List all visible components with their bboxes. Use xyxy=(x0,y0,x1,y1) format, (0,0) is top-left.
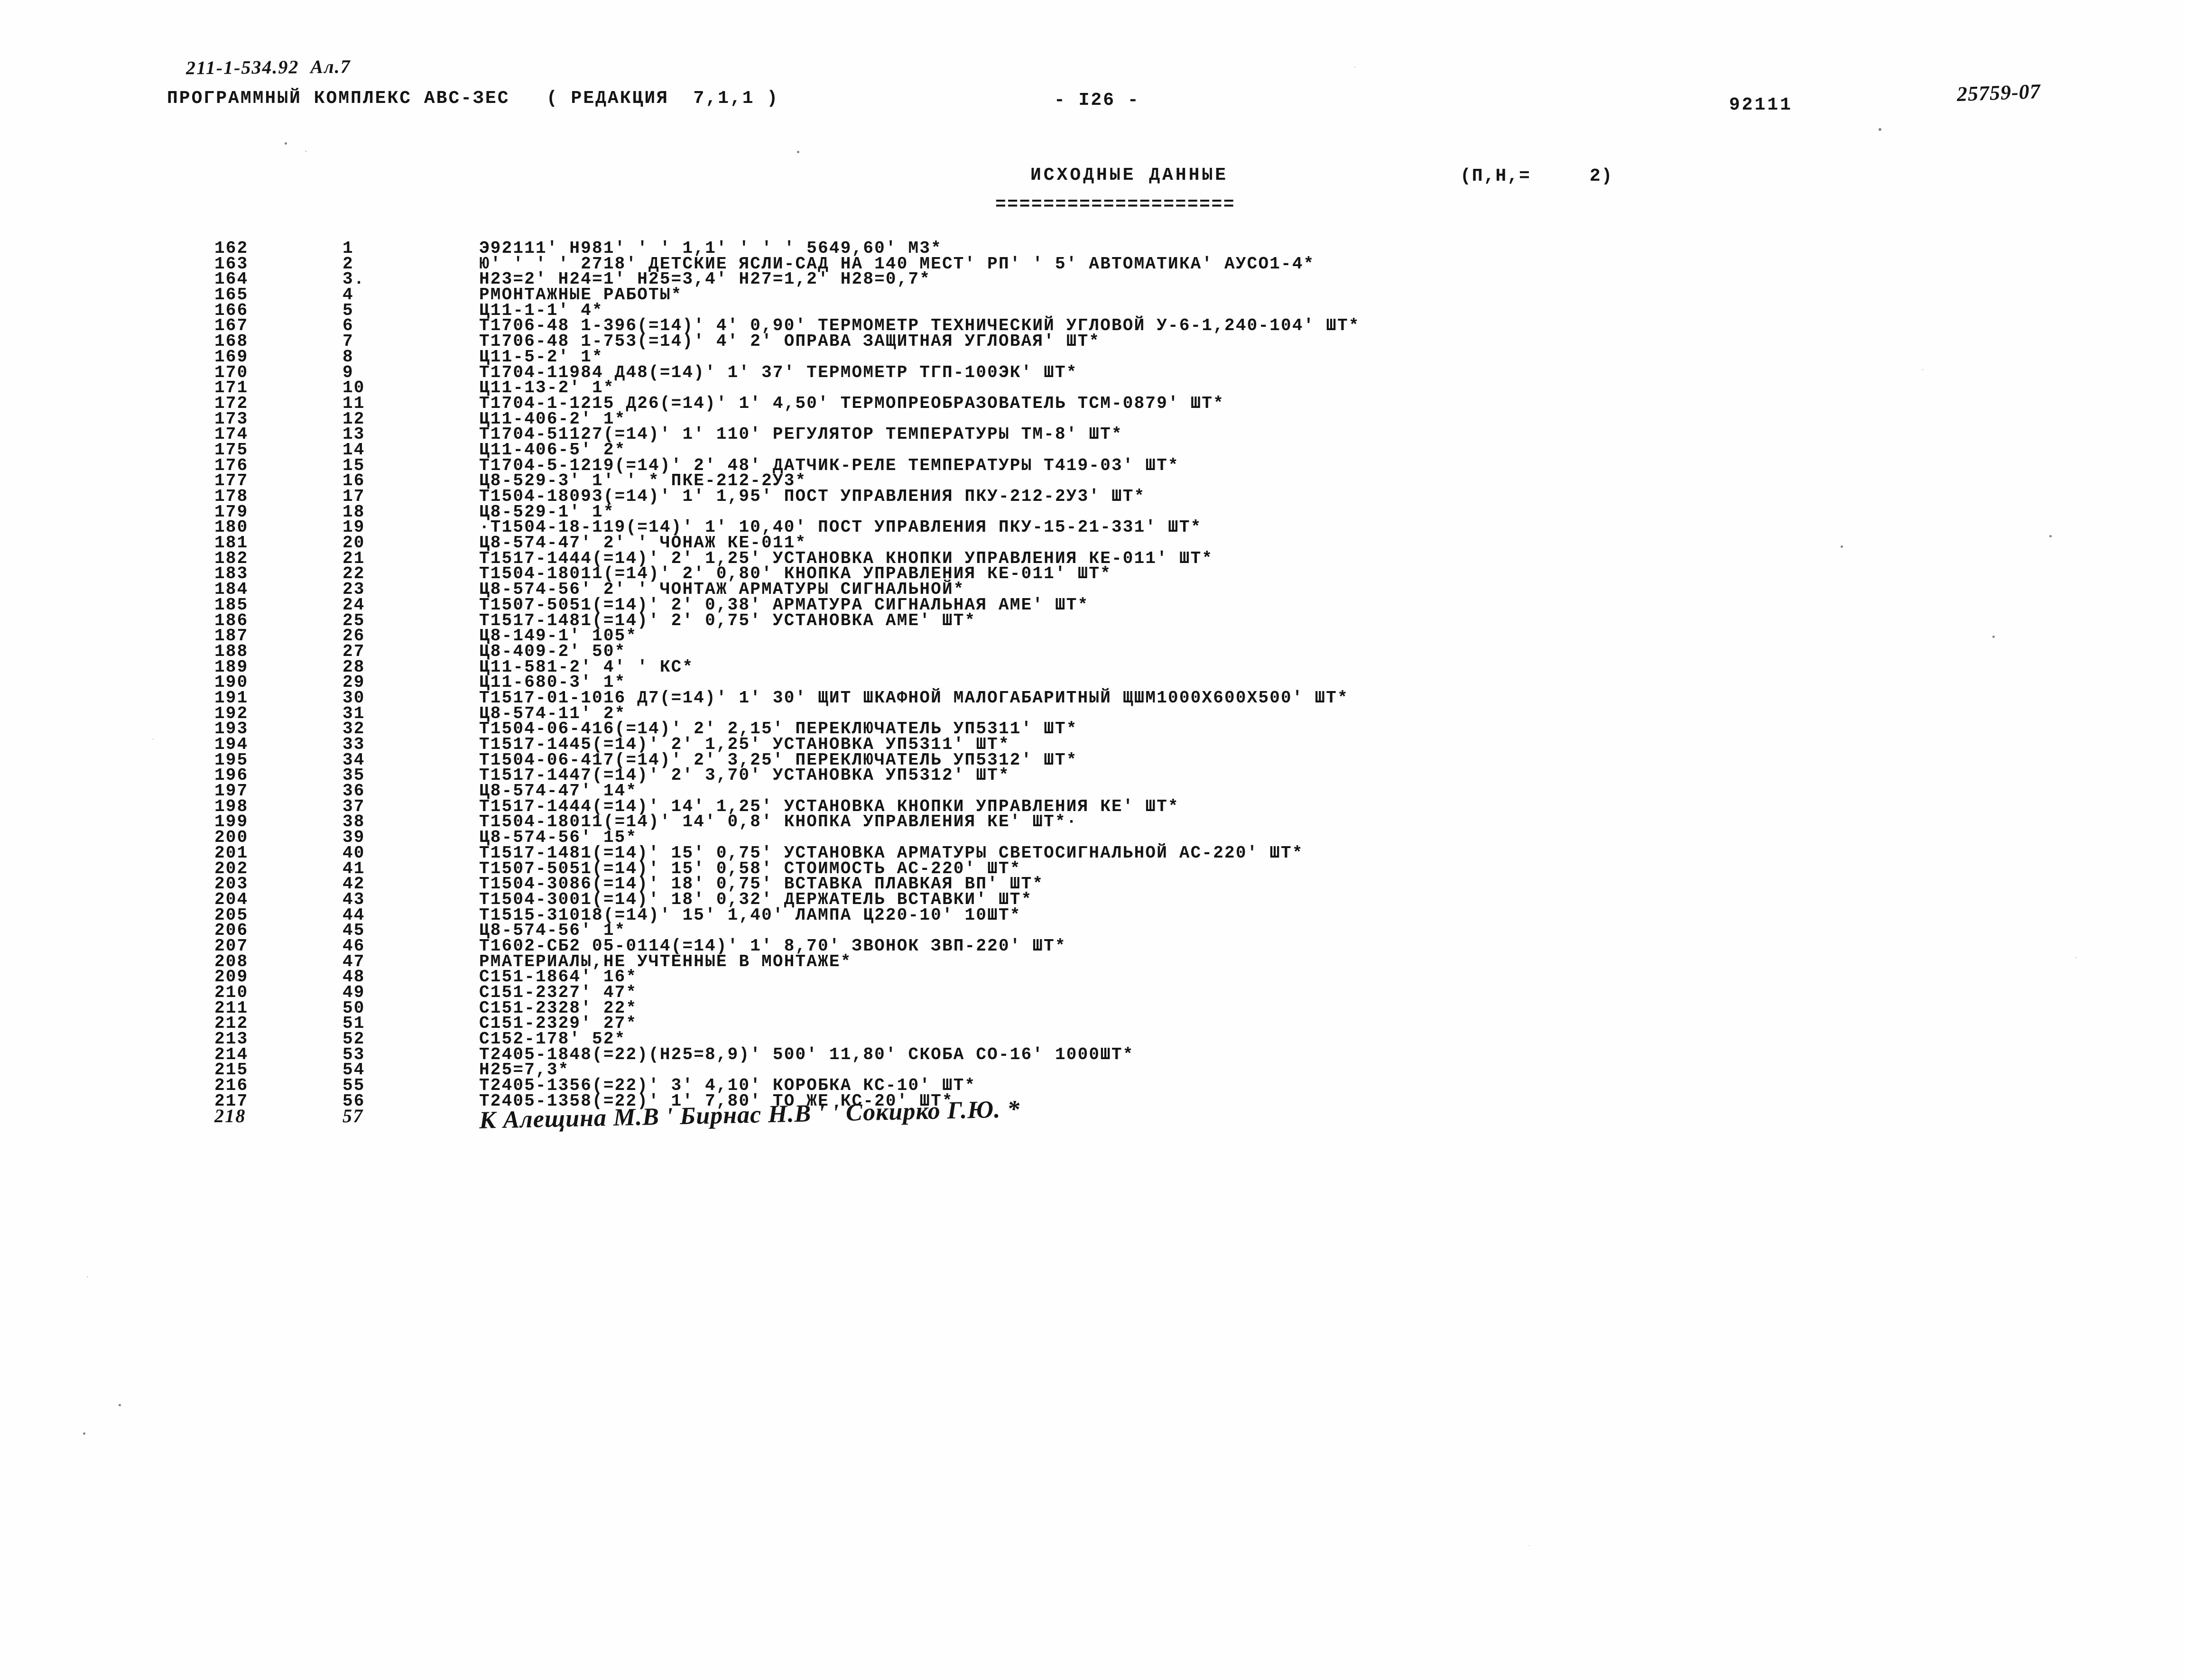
listing-row: 191 30 Т1517-01-1016 Д7(=14)' 1' 30' ЩИТ Ш… xyxy=(0,689,2185,706)
listing-row: 165 4 РМОНТАЖНЫЕ РАБОТЫ* xyxy=(0,286,2185,304)
listing-row: 209 48 С151-1864' 16* xyxy=(0,969,2185,986)
title-underline: ==================== xyxy=(995,194,1236,215)
listing-row: 166 5 Ц11-1-1' 4* xyxy=(0,302,2185,319)
listing-row: 199 38 Т1504-18011(=14)' 14' 0,8' КНОПКА У… xyxy=(0,813,2185,831)
row-index-number: 57 xyxy=(343,1105,364,1126)
listing-row: 198 37 Т1517-1444(=14)' 14' 1,25' УСТАНОВК… xyxy=(0,798,2185,815)
listing-row: 184 23 Ц8-574-56' 2' ' ЧОНТАЖ АРМАТУРЫ СИГ… xyxy=(0,581,2185,598)
listing-row: 218 57 К Алещина М.В ' Бирнас Н.В ' ' Соки… xyxy=(0,1096,2185,1134)
listing-row: 211 50 С151-2328' 22* xyxy=(0,999,2185,1016)
listing-row: 180 19 ·Т1504-18-119(=14)' 1' 10,40' ПОСТ … xyxy=(0,519,2185,536)
listing-row: 188 27 Ц8-409-2' 50* xyxy=(0,643,2185,660)
scanned-document-page: 211-1-534.92 Ал.7 ПРОГРАММНЫЙ КОМПЛЕКС А… xyxy=(0,0,2185,1680)
listing-row: 205 44 Т1515-31018(=14)' 15' 1,40' ЛАМПА Ц… xyxy=(0,906,2185,923)
row-sequence-number: 218 xyxy=(214,1105,246,1126)
listing-row: 178 17 Т1504-18093(=14)' 1' 1,95' ПОСТ УПР… xyxy=(0,488,2185,505)
listing-row: 163 2 Ю' ' ' ' 2718' ДЕТСКИЕ ЯСЛИ-САД НА 1… xyxy=(0,255,2185,272)
listing-row: 203 42 Т1504-3086(=14)' 18' 0,75' ВСТАВКА … xyxy=(0,876,2185,893)
listing-row: 162 1 Э92111' Н981' ' ' 1,1' ' ' ' 5649,60… xyxy=(0,240,2185,257)
data-listing: 162 1 Э92111' Н981' ' ' 1,1' ' ' ' 5649,60… xyxy=(0,240,2185,1134)
listing-row: 204 43 Т1504-3001(=14)' 18' 0,32' ДЕРЖАТЕЛ… xyxy=(0,891,2185,908)
listing-row: 190 29 Ц11-680-3' 1* xyxy=(0,674,2185,691)
listing-row: 187 26 Ц8-149-1' 105* xyxy=(0,628,2185,645)
listing-row: 169 8 Ц11-5-2' 1* xyxy=(0,348,2185,365)
listing-row: 197 36 Ц8-574-47' 14* xyxy=(0,783,2185,800)
document-sheet: 211-1-534.92 Ал.7 ПРОГРАММНЫЙ КОМПЛЕКС А… xyxy=(0,0,2185,1680)
document-code: 211-1-534.92 Ал.7 xyxy=(185,55,351,79)
listing-row: 167 6 Т1706-48 1-396(=14)' 4' 0,90' ТЕРМОМ… xyxy=(0,317,2185,334)
page-title: ИСХОДНЫЕ ДАННЫЕ xyxy=(1030,165,1229,185)
listing-row: 186 25 Т1517-1481(=14)' 2' 0,75' УСТАНОВКА… xyxy=(0,612,2185,629)
listing-row: 215 54 Н25=7,3* xyxy=(0,1062,2185,1079)
listing-row: 210 49 С151-2327' 47* xyxy=(0,984,2185,1001)
program-complex-line: ПРОГРАММНЫЙ КОМПЛЕКС АВС-ЗЕС ( РЕДАКЦИЯ … xyxy=(167,88,779,109)
listing-row: 182 21 Т1517-1444(=14)' 2' 1,25' УСТАНОВКА… xyxy=(0,550,2185,567)
title-parameter: (П,Н,= 2) xyxy=(1460,166,1613,186)
listing-row: 195 34 Т1504-06-417(=14)' 2' 3,25' ПЕРЕКЛЮ… xyxy=(0,751,2185,768)
listing-row: 213 52 С152-178' 52* xyxy=(0,1031,2185,1048)
listing-row: 200 39 Ц8-574-56' 15* xyxy=(0,829,2185,846)
listing-row: 194 33 Т1517-1445(=14)' 2' 1,25' УСТАНОВКА… xyxy=(0,736,2185,753)
listing-row: 174 13 Т1704-51127(=14)' 1' 110' РЕГУЛЯТОР… xyxy=(0,426,2185,443)
listing-row: 181 20 Ц8-574-47' 2' ' ЧОНАЖ КЕ-011* xyxy=(0,535,2185,552)
listing-row: 179 18 Ц8-529-1' 1* xyxy=(0,503,2185,520)
listing-row: 196 35 Т1517-1447(=14)' 2' 3,70' УСТАНОВКА… xyxy=(0,767,2185,784)
listing-row: 189 28 Ц11-581-2' 4' ' КС* xyxy=(0,658,2185,675)
listing-row: 177 16 Ц8-529-3' 1' ' * ПКЕ-212-2У3* xyxy=(0,472,2185,489)
listing-row: 202 41 Т1507-5051(=14)' 15' 0,58' СТОИМОСТ… xyxy=(0,860,2185,877)
listing-row: 192 31 Ц8-574-11' 2* xyxy=(0,705,2185,722)
listing-row: 173 12 Ц11-406-2' 1* xyxy=(0,410,2185,427)
listing-row: 172 11 Т1704-1-1215 Д26(=14)' 1' 4,50' ТЕР… xyxy=(0,395,2185,412)
listing-row: 217 56 Т2405-1358(=22)' 1' 7,80' ТО ЖЕ КС-… xyxy=(0,1092,2185,1109)
listing-row: 207 46 Т1602-СБ2 05-0114(=14)' 1' 8,70' ЗВ… xyxy=(0,937,2185,954)
row-record-text: Т2405-1848(=22)(Н25=8,9)' 500' 11,80' СК… xyxy=(479,1044,1134,1064)
listing-row: 208 47 РМАТЕРИАЛЫ,НЕ УЧТЕННЫЕ В МОНТАЖЕ* xyxy=(0,953,2185,970)
listing-row: 201 40 Т1517-1481(=14)' 15' 0,75' УСТАНОВК… xyxy=(0,844,2185,861)
listing-row: 214 53 Т2405-1848(=22)(Н25=8,9)' 500' 11,8… xyxy=(0,1044,2185,1064)
handwritten-archive-code: 25759-07 xyxy=(1956,79,2041,106)
listing-row: 175 14 Ц11-406-5' 2* xyxy=(0,441,2185,458)
listing-row: 170 9 Т1704-11984 Д48(=14)' 1' 37' ТЕРМОМЕ… xyxy=(0,364,2185,381)
object-code: 92111 xyxy=(1729,95,1793,115)
listing-row: 206 45 Ц8-574-56' 1* xyxy=(0,922,2185,939)
listing-row: 168 7 Т1706-48 1-753(=14)' 4' 2' ОПРАВА ЗА… xyxy=(0,333,2185,350)
listing-row: 212 51 С151-2329' 27* xyxy=(0,1015,2185,1032)
listing-row: 176 15 Т1704-5-1219(=14)' 2' 48' ДАТЧИК-РЕ… xyxy=(0,457,2185,474)
page-number: - I26 - xyxy=(1054,90,1140,111)
listing-row: 185 24 Т1507-5051(=14)' 2' 0,38' АРМАТУРА … xyxy=(0,596,2185,613)
listing-row: 216 55 Т2405-1356(=22)' 3' 4,10' КОРОБКА К… xyxy=(0,1077,2185,1094)
listing-row: 193 32 Т1504-06-416(=14)' 2' 2,15' ПЕРЕКЛЮ… xyxy=(0,720,2185,738)
listing-row: 164 3. Н23=2' Н24=1' Н25=3,4' Н27=1,2' Н28… xyxy=(0,271,2185,288)
listing-row: 183 22 Т1504-18011(=14)' 2' 0,80' КНОПКА У… xyxy=(0,565,2185,582)
listing-row: 171 10 Ц11-13-2' 1* xyxy=(0,379,2185,397)
